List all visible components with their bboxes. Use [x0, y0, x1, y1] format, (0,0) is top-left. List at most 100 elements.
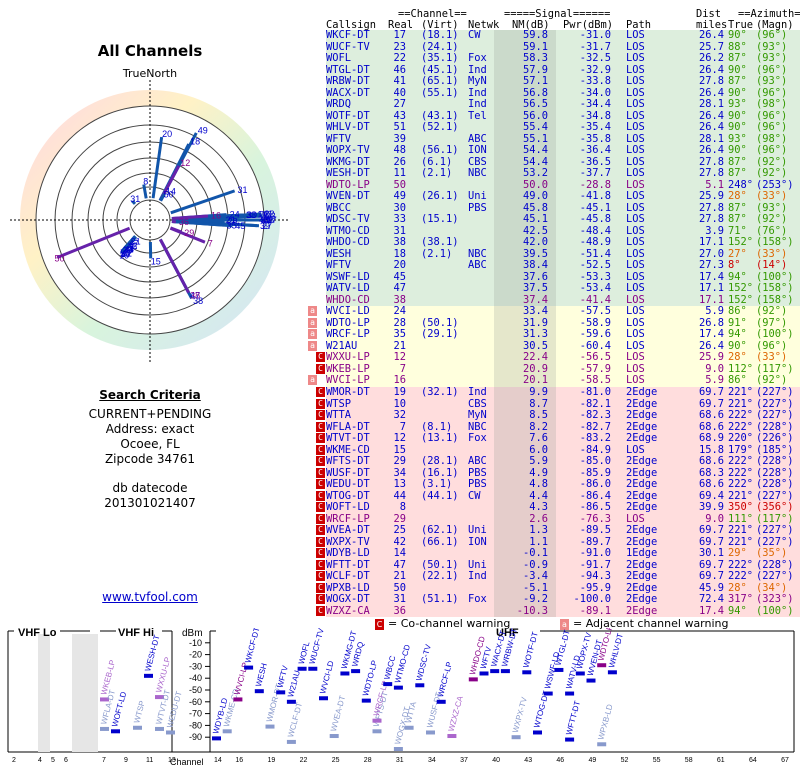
- table-row[interactable]: C WMOR-DT 19 (32.1) Ind 9.9 -81.0 2Edge 69.7 221°…: [316, 386, 800, 399]
- cell-net: CW: [468, 29, 481, 41]
- spectrum-bar: [500, 669, 510, 674]
- criteria-line: Ocoee, FL: [120, 437, 180, 451]
- criteria-line: CURRENT+PENDING: [88, 407, 212, 421]
- spectrum-bar: [468, 677, 478, 682]
- spectrum-bar: [554, 667, 564, 672]
- vhf-hi-label: VHF Hi: [118, 628, 154, 639]
- cell-mg: (356°): [756, 501, 794, 514]
- polar-channel-label: 20: [162, 129, 172, 139]
- cell-net: PBS: [468, 201, 487, 214]
- cell-mi: 28.1: [698, 98, 724, 111]
- cell-mg: (93°): [756, 52, 788, 65]
- cell-real: 13: [393, 478, 406, 491]
- co-channel-warning-icon: C: [316, 548, 325, 559]
- table-row[interactable]: C WZXZ-CA 36 -10.3 -89.1 2Edge 17.4 94° (100°): [316, 604, 800, 618]
- cell-real: 27: [393, 98, 406, 111]
- spectrum-bar: [511, 735, 521, 740]
- table-row[interactable]: WRBW-DT 41 (65.1) MyN 57.1 -33.8 LOS 27.8 87° (93…: [326, 76, 800, 88]
- table-row[interactable]: C WDYB-LD 14 -0.1 -91.0 1Edge 30.1 29° (35°): [316, 547, 800, 560]
- polar-channel-label: 12: [180, 158, 190, 168]
- channel-tick-label: 6: [64, 757, 68, 764]
- table-row[interactable]: WESH-DT 11 (2.1) NBC 53.2 -37.7 LOS 27.8 87° (92°…: [326, 168, 800, 180]
- polar-channel-label: 33: [246, 210, 256, 220]
- cell-mi: 68.9: [698, 432, 724, 445]
- spectrum-bar: [372, 729, 382, 734]
- cell-tr: 222°: [728, 455, 754, 468]
- polar-channel-label: 8: [143, 177, 148, 187]
- cell-cs: WOFL: [326, 52, 352, 65]
- cell-virt: (13.1): [421, 432, 459, 445]
- cell-net: Fox: [468, 593, 487, 606]
- spectrum-bar: [111, 729, 120, 734]
- cell-path: LOS: [626, 121, 645, 134]
- spectrum-bar: [222, 729, 232, 734]
- co-channel-warning-icon: C: [316, 582, 325, 593]
- polar-channel-label: 31: [237, 185, 247, 195]
- table-row[interactable]: WRDQ 27 Ind 56.5 -34.4 LOS 28.1 93° (98°): [326, 99, 800, 111]
- cell-virt: (28.1): [421, 455, 459, 468]
- cell-mg: (96°): [756, 144, 788, 157]
- spectrum-bar: [383, 682, 393, 687]
- adjacent-channel-warning-icon: a: [308, 340, 317, 351]
- table-row[interactable]: C WEDU-DT 13 (3.1) PBS 4.8 -86.0 2Edge 68.6 222°(…: [316, 478, 800, 491]
- channel-tick-label: 16: [235, 757, 243, 764]
- table-row[interactable]: WOFL 22 (35.1) Fox 58.3 -32.5 LOS 26.2 87° (93°): [326, 52, 800, 65]
- co-channel-warning-icon: C: [316, 536, 325, 547]
- cell-mg: (96°): [756, 121, 788, 134]
- cell-nm: 54.4: [522, 144, 548, 157]
- spectrum-bar: [586, 678, 596, 683]
- polar-channel-label: 50: [55, 254, 65, 264]
- spectrum-bar: [575, 671, 585, 676]
- table-row[interactable]: WHLV-DT 51 (52.1) 55.4 -35.4 LOS 26.4 90° (96°): [326, 122, 800, 134]
- cell-mg: (93°): [756, 75, 788, 88]
- cell-path: LOS: [626, 29, 645, 41]
- cell-mg: (228°): [756, 478, 794, 491]
- table-row[interactable]: C WFTS-DT 29 (28.1) ABC 5.9 -85.0 2Edge 68.6 222°…: [316, 455, 800, 468]
- spectrum-bar: [597, 663, 607, 668]
- cell-tr: 29°: [728, 547, 747, 560]
- co-channel-warning-icon: C: [316, 444, 325, 455]
- spectrum-bar: [597, 742, 607, 747]
- spectrum-bar: [351, 669, 361, 674]
- co-channel-warning-icon: C: [316, 594, 325, 605]
- channel-tick-label: 43: [524, 757, 532, 764]
- spectrum-bar: [447, 734, 457, 739]
- co-channel-warning-icon: C: [316, 479, 325, 490]
- spectrum-station-label: WTTA: [404, 700, 419, 724]
- cell-tr: 87°: [728, 167, 747, 180]
- cell-mi: 26.2: [698, 52, 724, 65]
- cell-tr: 93°: [728, 98, 747, 111]
- cell-mg: (227°): [756, 409, 794, 422]
- cell-virt: (56.1): [421, 144, 459, 157]
- cell-mi: 17.4: [698, 604, 724, 617]
- cell-tr: 87°: [728, 52, 747, 65]
- cell-pwr: -35.4: [579, 121, 611, 134]
- table-row[interactable]: C WOFT-LD 8 4.3 -86.5 2Edge 39.9 350° (356°): [316, 501, 800, 514]
- table-row[interactable]: C WTTA 32 MyN 8.5 -82.3 2Edge 68.6 222° (227°): [316, 409, 800, 422]
- tvfool-link[interactable]: www.tvfool.com: [0, 590, 300, 604]
- table-row[interactable]: C WTVT-DT 12 (13.1) Fox 7.6 -83.2 2Edge 68.9 220°…: [316, 432, 800, 445]
- spectrum-bar: [361, 698, 371, 703]
- adjacent-channel-warning-icon: a: [308, 375, 317, 386]
- polar-channel-label: 21: [131, 237, 141, 247]
- cell-path: LOS: [626, 52, 645, 65]
- cell-real: 17: [393, 29, 406, 41]
- channel-tick-label: 2: [12, 757, 16, 764]
- dbm-tick-label: -90: [189, 732, 202, 742]
- cell-real: 29: [393, 455, 406, 468]
- table-row[interactable]: WVEN-DT 49 (26.1) Uni 49.0 -41.8 LOS 25.9 28° (33…: [326, 191, 800, 203]
- cell-pwr: -82.3: [579, 409, 611, 422]
- spectrum-bar: [265, 724, 275, 729]
- cell-real: 25: [393, 524, 406, 537]
- cell-path: 2Edge: [626, 432, 658, 445]
- cell-path: 2Edge: [626, 409, 658, 422]
- channel-tick-label: 13: [168, 757, 176, 764]
- table-row[interactable]: WOPX-TV 48 (56.1) ION 54.4 -36.4 LOS 26.4 90° (96…: [326, 145, 800, 157]
- cell-path: 1Edge: [626, 547, 658, 560]
- polar-channel-label: 11: [257, 209, 266, 219]
- table-row[interactable]: C WVEA-DT 25 (62.1) Uni 1.3 -89.5 2Edge 69.7 221°…: [316, 524, 800, 537]
- channel-tick-label: 46: [556, 757, 564, 764]
- spectrum-station-label: WRCF-LP: [436, 661, 454, 699]
- table-row[interactable]: WKCF-DT 17 (18.1) CW 59.8 -31.0 LOS 26.4 90° (96°…: [326, 29, 800, 42]
- cell-net: MyN: [468, 75, 487, 88]
